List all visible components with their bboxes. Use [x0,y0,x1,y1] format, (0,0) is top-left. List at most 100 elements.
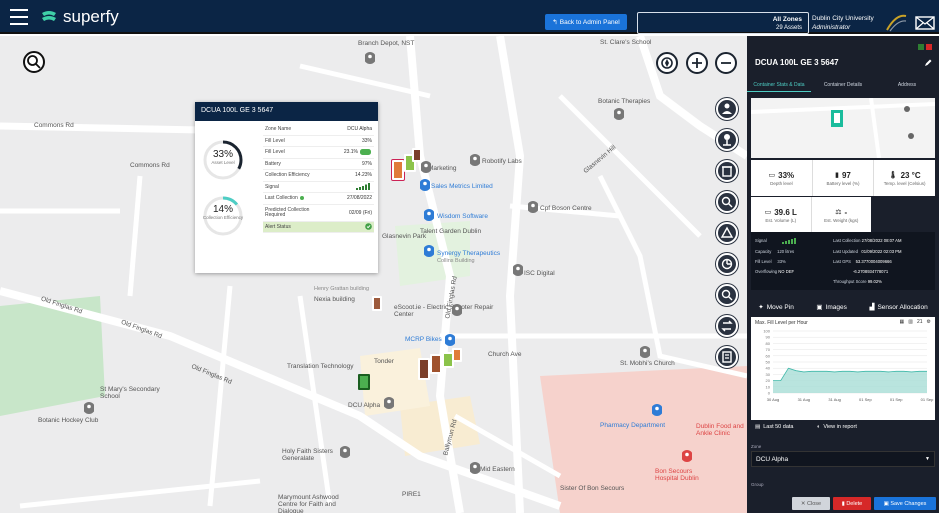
map-pin-icon[interactable] [384,397,394,409]
number-21-icon[interactable]: 21 [917,319,923,325]
container-marker[interactable] [418,358,430,380]
map-pin-icon[interactable] [452,304,462,316]
map-pin-icon[interactable] [470,462,480,474]
tool-alert-button[interactable] [716,222,738,244]
map-label: Botanic Therapies [598,98,651,105]
chart-y-tick-label: 0 [768,391,771,396]
tool-route-button[interactable] [716,315,738,337]
save-changes-button[interactable]: ▣ Save Changes [874,497,936,510]
tool-chart-button[interactable] [716,253,738,275]
last-50-data-button[interactable]: ▤ Last 50 data [755,424,793,430]
map-pin-icon[interactable] [84,402,94,414]
recenter-button[interactable] [656,52,678,74]
map-view[interactable]: Commons Rd Commons Rd Glasnevin Park Old… [0,36,747,513]
map-pin-icon[interactable] [340,446,350,458]
map-label: MCRP Bikes [405,336,442,343]
sensor-allocation-label: Sensor Allocation [877,303,928,311]
form-buttons: ✕ Close ▮ Delete ▣ Save Changes [747,494,939,513]
back-to-admin-button[interactable]: ↰ Back to Admin Panel [545,14,627,30]
map-label: St Mary's Secondary School [100,386,160,400]
tool-location-button[interactable] [716,129,738,151]
plus-icon [692,58,702,68]
delete-label: Delete [846,500,863,507]
images-button[interactable]: ▣ Images [816,303,846,312]
details-sidebar: DCUA 100L GE 3 5647 Container Stats & Da… [747,36,939,513]
efficiency-gauge: 14% Collection Efficiency [201,204,245,220]
bar-chart-icon[interactable]: ▥ [908,319,913,325]
tab-container-details[interactable]: Container Details [811,78,875,92]
users-icon [722,103,732,114]
row-label: Signal [265,183,279,190]
info-fill-level: Fill Level 33% [755,259,786,264]
map-pin-icon[interactable] [421,161,431,173]
popup-row-signal: Signal [263,182,374,193]
move-pin-button[interactable]: ✦ Move Pin [758,303,794,312]
sensor-allocation-button[interactable]: ▟ Sensor Allocation [869,303,928,312]
settings-icon[interactable]: ⚙ [927,319,931,325]
language-flags [918,44,932,50]
stat-label: Temp. level (Celsius) [883,180,926,186]
tool-zoom-area-button[interactable] [716,284,738,306]
zone-select[interactable]: DCU Alpha ▼ [751,451,935,467]
map-pin-icon[interactable] [614,108,624,120]
close-panel-icon[interactable] [926,44,932,50]
tool-report-button[interactable] [716,346,738,368]
delete-button[interactable]: ▮ Delete [833,497,871,510]
info-value: 27/08/2022 08:07 AM [861,238,902,243]
map-pin-icon[interactable] [513,264,523,276]
container-marker[interactable] [430,354,442,374]
map-label: Translation Technology [287,363,354,370]
map-label: Commons Rd [130,162,170,169]
info-label: Throughput Score [833,279,867,284]
zoom-out-button[interactable] [715,52,737,74]
table-icon: ▤ [755,424,761,430]
map-label: Collins Building [437,258,475,264]
close-icon: ✕ [800,500,806,507]
map-pin-icon[interactable] [682,450,692,462]
close-button[interactable]: ✕ Close [792,497,830,510]
asset-level-label: Asset Level [211,160,235,165]
tab-address[interactable]: Address [875,78,939,92]
container-marker[interactable] [372,296,382,311]
map-pin-icon[interactable] [528,201,538,213]
map-search-button[interactable] [23,51,45,73]
container-marker-selected[interactable] [358,374,370,390]
zone-title: All Zones [772,16,802,23]
container-marker[interactable] [412,148,422,162]
row-value-wrap: 23.1% [344,149,372,156]
map-pin-icon[interactable] [424,245,434,257]
menu-icon[interactable] [10,9,28,25]
edit-icon[interactable] [924,58,933,67]
tool-search-location-button[interactable] [716,191,738,213]
view-in-report-button[interactable]: ◐ View in report [817,424,857,430]
search-icon [27,55,41,69]
map-pin-icon[interactable] [445,334,455,346]
map-pin-icon[interactable] [420,179,430,191]
calendar-icon[interactable]: ▦ [899,319,904,325]
chart-x-tick-label: 31 Aug [828,397,840,402]
map-label: Cpf Boson Centre [540,205,592,212]
map-pin-icon[interactable] [470,154,480,166]
info-value: NO DEF [778,269,795,274]
flag-ireland-icon[interactable] [918,44,924,50]
tab-container-stats[interactable]: Container Stats & Data [747,78,811,92]
map-pin-icon[interactable] [652,404,662,416]
tool-container-button[interactable] [716,160,738,182]
stats-row-secondary: ▭ 39.6 L Est. Volume (L) ⚖ - Est. Weight (… [751,197,871,233]
container-marker[interactable] [452,348,462,362]
popup-row-alert: Alert Status [263,221,374,233]
container-marker[interactable] [392,160,404,180]
popup-details: Zone Name DCU Alpha Fill Level 33% Fill Le… [263,124,374,233]
mail-icon[interactable] [915,15,935,31]
stat-value-wrap: ▭ 39.6 L [765,208,797,217]
map-pin-icon[interactable] [365,52,375,64]
brand-logo[interactable]: superfy [40,7,119,27]
chart-y-tick-label: 50 [766,360,771,365]
zoom-in-button[interactable] [686,52,708,74]
row-value: 97% [361,160,372,167]
map-pin-icon[interactable] [424,209,434,221]
tool-users-button[interactable] [716,98,738,120]
zone-selector[interactable]: All Zones 29 Assets [637,12,809,34]
mini-map[interactable] [750,97,936,159]
map-pin-icon[interactable] [640,346,650,358]
